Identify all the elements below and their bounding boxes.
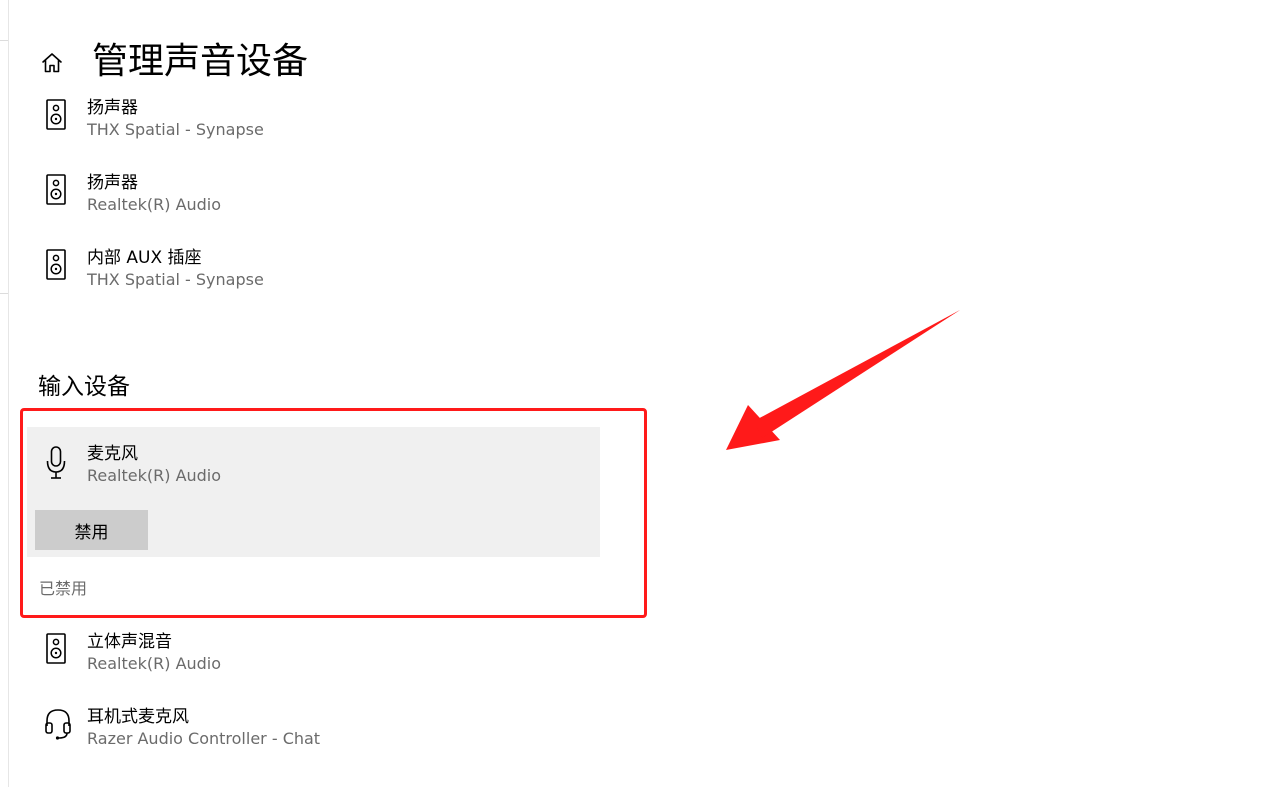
home-icon[interactable] <box>40 51 64 75</box>
device-name: 扬声器 <box>87 98 138 118</box>
device-name: 扬声器 <box>87 173 138 193</box>
device-name: 内部 AUX 插座 <box>87 248 202 268</box>
device-name: 立体声混音 <box>87 632 172 652</box>
disabled-devices-label: 已禁用 <box>39 579 88 598</box>
output-device-item[interactable]: 扬声器 Realtek(R) Audio <box>27 172 600 232</box>
selected-input-device[interactable]: 麦克风 Realtek(R) Audio 禁用 <box>27 427 600 557</box>
disable-button[interactable]: 禁用 <box>35 510 148 550</box>
device-driver: Realtek(R) Audio <box>87 466 222 485</box>
speaker-icon <box>44 247 68 283</box>
microphone-icon <box>44 445 68 481</box>
device-driver: THX Spatial - Synapse <box>87 270 264 289</box>
speaker-icon <box>44 97 68 133</box>
arrow-annotation <box>726 310 960 450</box>
speaker-icon <box>44 172 68 208</box>
device-name: 麦克风 <box>87 444 138 464</box>
input-device-item[interactable]: 耳机式麦克风 Razer Audio Controller - Chat <box>27 706 600 766</box>
device-driver: Realtek(R) Audio <box>87 654 222 673</box>
input-device-item[interactable]: 立体声混音 Realtek(R) Audio <box>27 631 600 691</box>
nav-divider-mark <box>0 293 8 294</box>
device-driver: THX Spatial - Synapse <box>87 120 264 139</box>
device-name: 耳机式麦克风 <box>87 707 189 727</box>
page-title: 管理声音设备 <box>92 41 309 82</box>
output-device-item[interactable]: 扬声器 THX Spatial - Synapse <box>27 97 600 157</box>
input-devices-heading: 输入设备 <box>38 374 130 400</box>
output-device-item[interactable]: 内部 AUX 插座 THX Spatial - Synapse <box>27 247 600 307</box>
speaker-icon <box>44 631 68 667</box>
settings-page: 管理声音设备 扬声器 THX Spatial - Synapse 扬声器 Rea… <box>0 0 1261 787</box>
nav-divider <box>8 0 9 787</box>
nav-divider-mark <box>0 40 8 41</box>
headset-icon <box>44 706 71 742</box>
device-driver: Realtek(R) Audio <box>87 195 222 214</box>
device-driver: Razer Audio Controller - Chat <box>87 729 321 748</box>
